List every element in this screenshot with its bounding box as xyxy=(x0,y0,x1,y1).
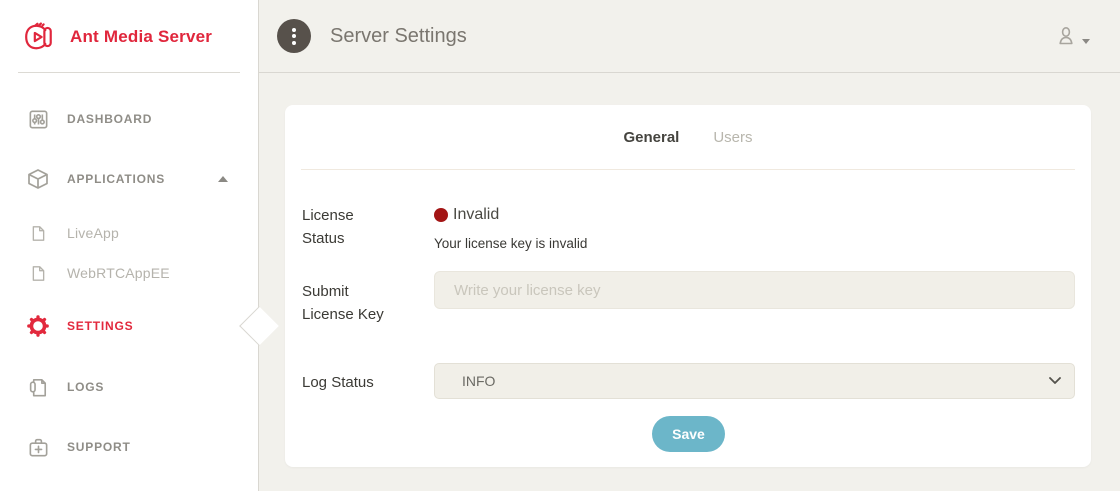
license-key-input[interactable] xyxy=(434,271,1075,309)
chevron-down-icon xyxy=(1049,377,1061,384)
page-title: Server Settings xyxy=(330,25,467,48)
sidebar-item-applications[interactable]: APPLICATIONS xyxy=(0,159,258,199)
sidebar-item-label: LOGS xyxy=(67,380,104,394)
tabs-bar: General Users xyxy=(301,105,1075,170)
sidebar: Ant Media Server DASHBOARD xyxy=(0,0,259,491)
license-status-description: Your license key is invalid xyxy=(434,236,1075,251)
caret-down-icon xyxy=(1082,39,1090,44)
license-key-label: Submit License Key xyxy=(302,271,434,326)
log-status-label: Log Status xyxy=(302,363,434,399)
sidebar-item-settings[interactable]: SETTINGS xyxy=(0,306,258,346)
app-window: Ant Media Server DASHBOARD xyxy=(0,0,1120,491)
file-icon xyxy=(26,221,50,245)
license-status-row: License Status Invalid Your license key … xyxy=(302,204,1075,251)
tab-users[interactable]: Users xyxy=(713,129,752,146)
sidebar-item-support[interactable]: SUPPORT xyxy=(0,427,258,467)
applications-box-icon xyxy=(26,167,50,191)
save-row: Save xyxy=(302,416,1075,452)
log-status-row: Log Status INFO xyxy=(302,363,1075,399)
sidebar-item-dashboard[interactable]: DASHBOARD xyxy=(0,99,258,139)
brand-name: Ant Media Server xyxy=(70,27,212,47)
content-area: General Users License Status Invalid You… xyxy=(259,73,1120,491)
license-status-value: Invalid xyxy=(434,206,1075,224)
log-status-selected-value: INFO xyxy=(462,364,495,398)
user-icon xyxy=(1054,24,1078,48)
sidebar-nav: DASHBOARD APPLICATIONS xyxy=(0,99,258,467)
settings-form: License Status Invalid Your license key … xyxy=(285,170,1091,452)
sidebar-item-webrtcappee[interactable]: WebRTCAppEE xyxy=(0,253,258,293)
kebab-menu-button[interactable] xyxy=(277,19,311,53)
sidebar-item-liveapp[interactable]: LiveApp xyxy=(0,213,258,253)
ant-media-logo-icon xyxy=(18,17,58,57)
logs-document-icon xyxy=(26,375,50,399)
gear-icon xyxy=(26,314,50,338)
sidebar-item-label: APPLICATIONS xyxy=(67,172,165,186)
tab-general[interactable]: General xyxy=(623,129,679,146)
status-dot-icon xyxy=(434,208,448,222)
license-status-label: License Status xyxy=(302,204,434,251)
user-menu[interactable] xyxy=(1054,24,1090,48)
dashboard-sliders-icon xyxy=(26,107,50,131)
sidebar-item-label: DASHBOARD xyxy=(67,112,152,126)
save-button[interactable]: Save xyxy=(652,416,725,452)
server-settings-card: General Users License Status Invalid You… xyxy=(285,105,1091,467)
sidebar-item-logs[interactable]: LOGS xyxy=(0,367,258,407)
log-status-select[interactable]: INFO xyxy=(434,363,1075,399)
sidebar-item-label: SUPPORT xyxy=(67,440,131,454)
sidebar-item-label: LiveApp xyxy=(67,225,119,241)
license-key-row: Submit License Key xyxy=(302,271,1075,326)
support-case-icon xyxy=(26,435,50,459)
sidebar-item-label: SETTINGS xyxy=(67,319,133,333)
sidebar-item-label: WebRTCAppEE xyxy=(67,265,170,281)
chevron-up-icon[interactable] xyxy=(218,176,228,182)
brand[interactable]: Ant Media Server xyxy=(0,0,258,73)
file-icon xyxy=(26,261,50,285)
topbar: Server Settings xyxy=(259,0,1120,73)
main-area: Server Settings General Users xyxy=(259,0,1120,491)
